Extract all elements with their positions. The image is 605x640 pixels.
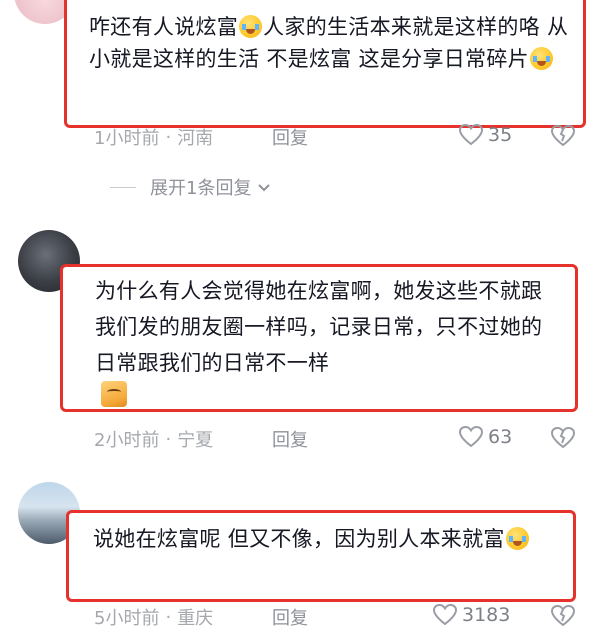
like-button[interactable]: 3183 <box>432 603 510 627</box>
crying-laughing-emoji-icon <box>239 15 263 38</box>
reply-button[interactable]: 回复 <box>272 124 308 150</box>
like-button[interactable]: 35 <box>458 123 512 147</box>
like-button[interactable]: 63 <box>458 425 512 449</box>
meta-separator: · <box>165 428 172 450</box>
heart-icon <box>432 603 458 626</box>
crying-emoji-icon <box>529 47 553 70</box>
heart-icon <box>458 123 484 146</box>
comment-highlight-box: 咋还有人说炫富 人家的生活本来就是这样的咯 从小就是这样的生活 不是炫富 这是分享… <box>64 0 586 128</box>
comment-highlight-box: 说她在炫富呢 但又不像，因为别人本来就富 <box>66 510 576 602</box>
meta-separator: · <box>165 606 172 628</box>
crying-laughing-emoji-icon <box>505 527 529 550</box>
comment-text: 咋还有人说炫富 人家的生活本来就是这样的咯 从小就是这样的生活 不是炫富 这是分享… <box>89 15 569 71</box>
expand-replies-button[interactable]: 展开1条回复 <box>110 174 273 200</box>
comment-text: 说她在炫富呢 但又不像，因为别人本来就富 <box>93 521 555 557</box>
meta-separator: · <box>165 126 172 148</box>
comment-time: 2小时前 <box>94 430 160 451</box>
comment-location: 重庆 <box>177 608 214 629</box>
comment-time: 1小时前 <box>94 128 160 149</box>
reply-button[interactable]: 回复 <box>272 426 308 452</box>
comment-meta: 5小时前 · 重庆 <box>94 604 213 630</box>
comment-meta: 2小时前 · 宁夏 <box>94 426 213 452</box>
divider <box>110 186 136 188</box>
comment-meta: 1小时前 · 河南 <box>94 124 213 150</box>
like-count: 63 <box>488 426 513 448</box>
comment-location: 宁夏 <box>177 430 214 451</box>
like-count: 3183 <box>462 604 511 626</box>
like-count: 35 <box>488 124 513 146</box>
comment-highlight-box: 为什么有人会觉得她在炫富啊，她发这些不就跟我们发的朋友圈一样吗，记录日常，只不过… <box>60 264 578 412</box>
dislike-icon[interactable] <box>550 604 576 628</box>
expand-replies-label: 展开1条回复 <box>150 178 252 199</box>
reply-button[interactable]: 回复 <box>272 604 308 630</box>
cat-sticker-icon <box>101 381 127 407</box>
comment-time: 5小时前 <box>94 608 160 629</box>
chevron-down-icon <box>258 184 271 192</box>
dislike-icon[interactable] <box>550 426 576 450</box>
dislike-icon[interactable] <box>550 124 576 148</box>
heart-icon <box>458 425 484 448</box>
comment-location: 河南 <box>177 128 214 149</box>
comment-text: 为什么有人会觉得她在炫富啊，她发这些不就跟我们发的朋友圈一样吗，记录日常，只不过… <box>95 279 543 375</box>
